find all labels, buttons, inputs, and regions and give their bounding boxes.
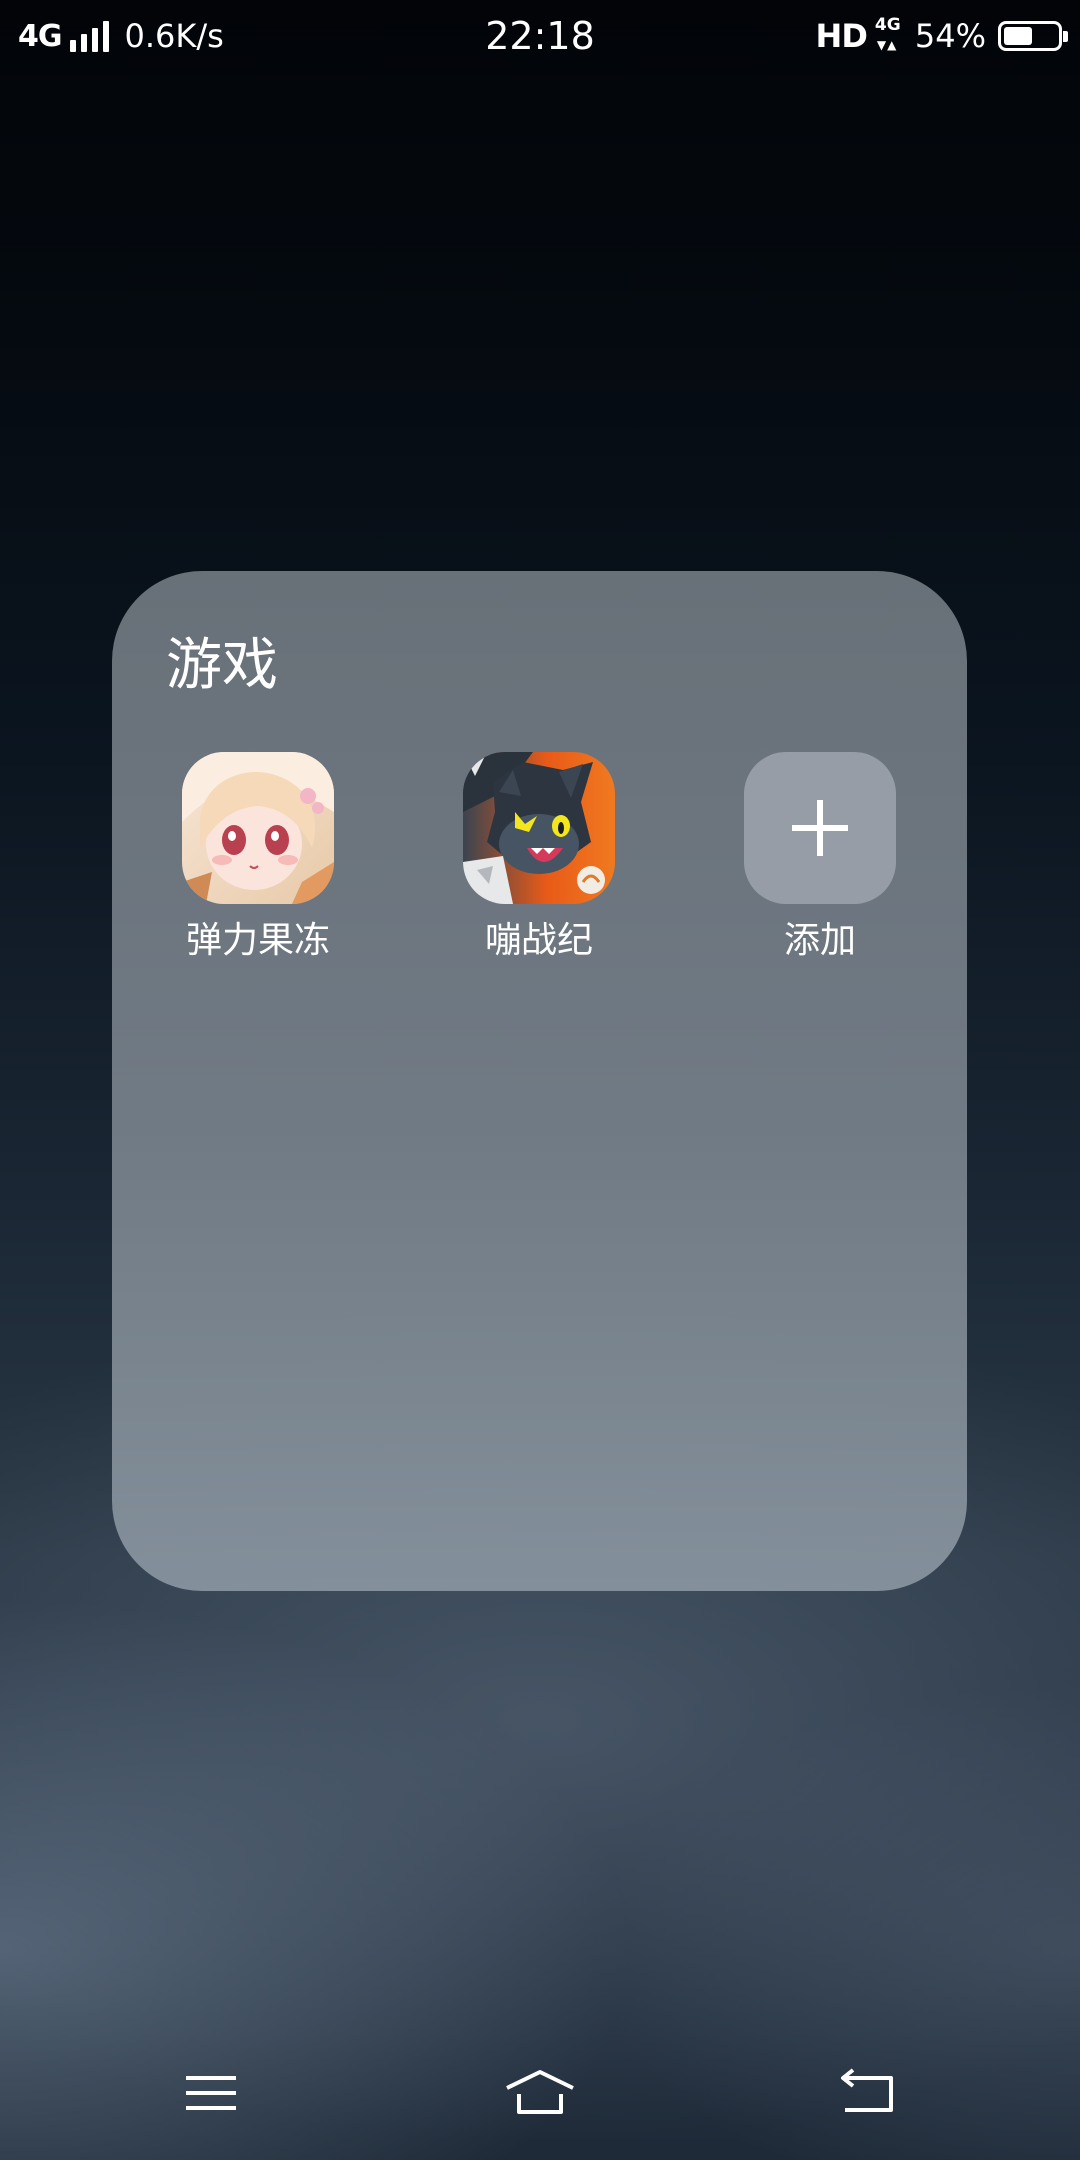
app-label: 弹力果冻 <box>185 920 330 961</box>
status-right: HD 4G ▼▲ 54% <box>815 14 1068 58</box>
app-label: 添加 <box>783 920 856 961</box>
data-activity-icon: 4G ▼▲ <box>875 16 905 56</box>
data-arrows-icon: ▼▲ <box>876 38 898 52</box>
folder-title[interactable]: 游戏 <box>166 631 278 701</box>
app-bengzhanji[interactable]: 嘣战纪 <box>439 752 639 964</box>
battery-cap <box>1063 31 1068 42</box>
back-icon <box>841 2068 893 2112</box>
hd-indicator: HD <box>815 17 868 55</box>
menu-icon <box>186 2076 236 2110</box>
battery-fill <box>1004 27 1032 45</box>
data-network-label: 4G <box>874 15 901 35</box>
navigation-bar <box>0 2030 1080 2160</box>
battery-icon <box>998 21 1068 51</box>
back-button[interactable] <box>823 2058 913 2128</box>
menu-button[interactable] <box>166 2058 256 2128</box>
anime-girl-app-icon[interactable] <box>182 752 334 904</box>
home-button[interactable] <box>495 2058 585 2128</box>
add-app-button[interactable]: 添加 <box>720 752 920 964</box>
plus-icon[interactable] <box>744 752 896 904</box>
home-icon <box>506 2070 574 2114</box>
status-bar: 4G 0.6K/s 22:18 HD 4G ▼▲ 54% <box>0 0 1080 72</box>
app-tanli-guodong[interactable]: 弹力果冻 <box>158 752 358 964</box>
anime-cat-app-icon[interactable] <box>463 752 615 904</box>
app-folder: 游戏 弹力果冻 嘣战纪 添加 <box>112 571 967 1591</box>
battery-percent: 54% <box>914 17 986 55</box>
app-label: 嘣战纪 <box>484 920 593 961</box>
